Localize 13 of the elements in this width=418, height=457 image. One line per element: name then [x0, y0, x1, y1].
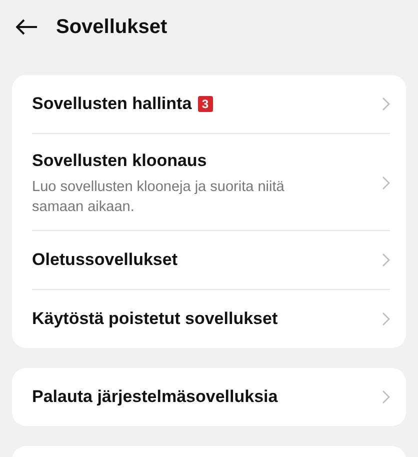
item-title: Palauta järjestelmäsovelluksia — [32, 387, 278, 406]
item-title: Sovellusten kloonaus — [32, 151, 207, 170]
settings-item[interactable]: Palauta järjestelmäsovelluksia — [32, 368, 390, 426]
settings-item[interactable]: Sovellusten kloonaus Luo sovellusten klooneja ja suorita niitä samaan aikaan. — [32, 134, 390, 232]
settings-item[interactable]: Sovellusten hallinta 3 — [32, 75, 390, 134]
page-title: Sovellukset — [56, 15, 168, 40]
item-description: Luo sovellusten klooneja ja suorita niitä samaan aikaan. — [32, 178, 286, 217]
item-title: Sovellusten hallinta — [32, 94, 192, 113]
settings-item[interactable]: Käytöstä poistetut sovellukset — [32, 290, 390, 348]
item-title: Oletussovellukset — [32, 250, 178, 270]
count-badge: 3 — [198, 96, 213, 112]
settings-item[interactable]: Oletussovellukset — [32, 231, 390, 290]
item-title: Käytöstä poistetut sovellukset — [32, 309, 278, 328]
